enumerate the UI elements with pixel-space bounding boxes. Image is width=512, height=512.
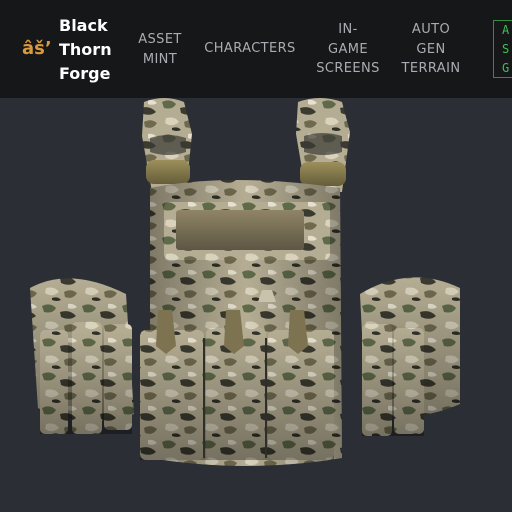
left-side-pouch <box>30 278 134 434</box>
nav-link-auto-gen-terrain[interactable]: AUTO GEN TERRAIN <box>396 20 466 79</box>
right-shoulder-strap <box>296 98 350 192</box>
brand-name[interactable]: Black Thorn Forge <box>59 14 129 86</box>
left-shoulder-strap <box>142 98 192 192</box>
nav-link-asset-mint[interactable]: ASSET MINT <box>132 30 188 69</box>
forge-hammer-icon[interactable]: âš’ <box>22 38 52 60</box>
plate-carrier-vest-model[interactable] <box>0 98 512 512</box>
model-viewer-stage[interactable] <box>0 98 512 512</box>
nav-link-in-game-screens[interactable]: IN- GAME SCREENS <box>312 20 384 79</box>
nav-link-characters[interactable]: CHARACTERS <box>200 39 300 59</box>
nav-cta-button[interactable]: A S G <box>493 20 512 78</box>
admin-flap <box>164 202 330 260</box>
right-side-pouch <box>360 277 460 436</box>
magazine-pouches <box>140 310 334 460</box>
top-navbar: âš’ Black Thorn Forge ASSET MINT CHARACT… <box>0 0 512 98</box>
